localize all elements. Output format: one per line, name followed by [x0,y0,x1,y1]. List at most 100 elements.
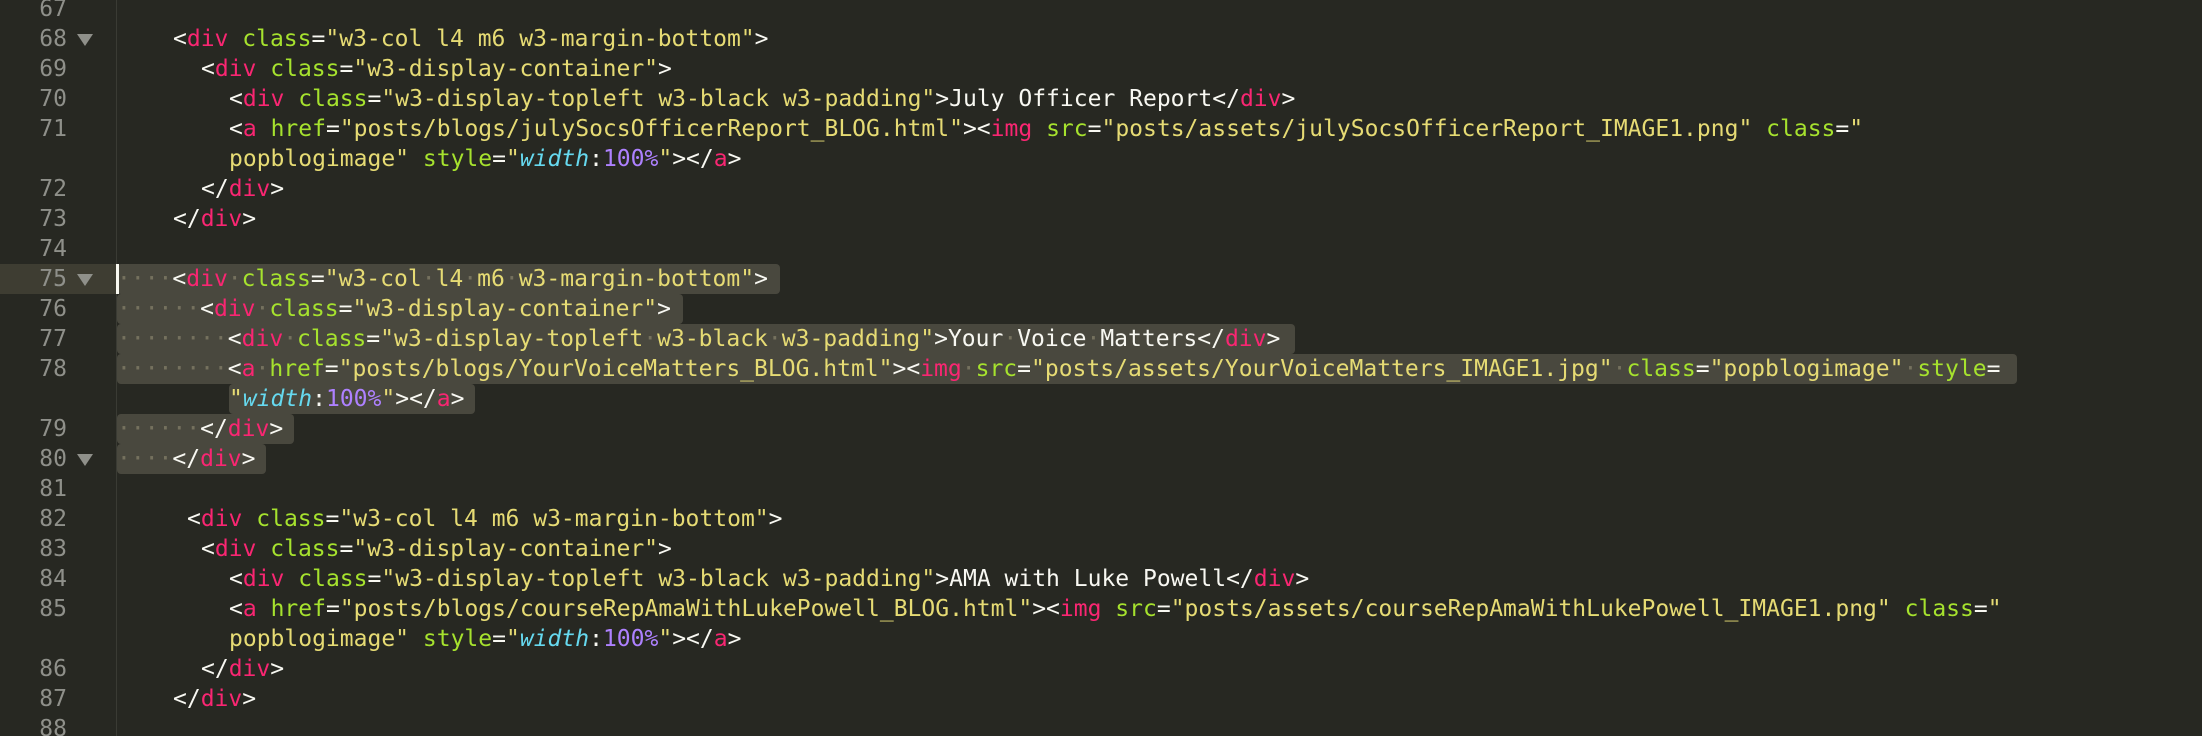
code-line[interactable]: ········<div·class="w3-display-topleft·w… [117,324,1280,354]
code-token: div [227,416,270,442]
code-token: " [658,146,673,172]
code-token: </ [172,446,201,472]
line-number: 69 [39,56,67,82]
line-number-gutter: 67 68 69 70 71 72 73 74 75 76 77 78 79 80 81 82 83 84 85 86… [0,0,116,736]
code-line[interactable]: <div class="w3-display-container"> [201,54,672,84]
code-token: > [754,26,769,52]
code-token: > [657,296,671,322]
code-token: class [241,266,311,292]
code-line[interactable]: <div class="w3-display-container"> [201,534,672,564]
fold-arrow-icon[interactable] [77,454,93,466]
fold-arrow-icon[interactable] [77,274,93,286]
code-token: a [713,146,728,172]
line-number: 73 [39,206,67,232]
code-token: </ [201,656,229,682]
code-token: = [1695,356,1710,382]
gutter-row: 82 [0,504,116,534]
code-token: width [519,146,590,172]
code-token: div [228,176,271,202]
code-token: href [269,356,325,382]
code-token: "popblogimage" [1709,356,1904,382]
code-token: img [1059,596,1102,622]
code-line[interactable]: ····<div·class="w3-col·l4·m6·w3-margin-b… [117,264,768,294]
code-token: = [1087,116,1102,142]
code-area[interactable]: <div class="w3-col l4 m6 w3-margin-botto… [117,0,2202,736]
code-token: · [1612,356,1627,382]
code-token: " [1849,116,1864,142]
code-token: < [229,596,243,622]
code-token: = [1986,356,2001,382]
code-line[interactable]: </div> [173,204,256,234]
code-token: >< [962,116,991,142]
code-token: width [519,626,590,652]
code-token: class [269,296,339,322]
code-line[interactable]: ······</div> [117,414,283,444]
gutter-row: 77 [0,324,116,354]
code-token: w3-margin-bottom" [518,266,755,292]
code-token: < [187,506,201,532]
code-line[interactable]: <div class="w3-display-topleft w3-black … [229,564,1309,594]
code-token: "w3-display-topleft w3-black w3-padding" [381,86,936,112]
code-line[interactable]: popblogimage" style="width:100%"></a> [229,624,741,654]
gutter-row: 67 [0,0,116,24]
code-token: · [227,266,242,292]
code-token: · [283,326,298,352]
code-token: · [504,266,519,292]
code-token: > [1295,566,1310,592]
code-line[interactable]: </div> [173,684,256,714]
gutter-row: 83 [0,534,116,564]
code-token: < [201,56,215,82]
code-line[interactable]: <div class="w3-display-topleft w3-black … [229,84,1295,114]
code-line[interactable]: ········<a·href="posts/blogs/YourVoiceMa… [117,354,2000,384]
code-line[interactable]: "width:100%"></a> [229,384,464,414]
code-token: = [339,56,354,82]
code-token: "posts/blogs/YourVoiceMatters_BLOG.html" [338,356,893,382]
code-token: </ [173,686,201,712]
code-editor[interactable]: 67 68 69 70 71 72 73 74 75 76 77 78 79 80 81 82 83 84 85 86… [0,0,2202,736]
code-token: div [241,326,284,352]
code-token: class [1626,356,1696,382]
code-token: div [213,296,256,322]
code-token: "w3-col [324,266,422,292]
code-token: = [1835,116,1850,142]
code-line[interactable]: <div class="w3-col l4 m6 w3-margin-botto… [187,504,783,534]
code-token: div [242,86,285,112]
code-line[interactable]: ····</div> [117,444,256,474]
code-line[interactable]: </div> [201,654,284,684]
line-number: 68 [39,26,67,52]
line-number: 67 [39,0,67,22]
code-token: div [228,656,271,682]
code-token: href [270,596,326,622]
code-token: < [172,266,187,292]
code-line[interactable]: <div class="w3-col l4 m6 w3-margin-botto… [173,24,769,54]
code-token: 100% [602,146,659,172]
code-token: = [366,326,381,352]
code-token: "w3-display-container" [353,536,659,562]
code-token: img [990,116,1033,142]
code-token: "posts/blogs/courseRepAmaWithLukePowell_… [339,596,1033,622]
line-number: 77 [39,326,67,352]
code-token: </ [200,416,228,442]
code-token: div [242,566,285,592]
code-token: · [255,296,270,322]
gutter-row: 88 [0,714,116,736]
code-token: a [242,596,257,622]
code-line[interactable]: <a href="posts/blogs/courseRepAmaWithLuk… [229,594,2002,624]
code-token: : [589,146,603,172]
code-line[interactable]: <a href="posts/blogs/julySocsOfficerRepo… [229,114,1863,144]
code-line[interactable]: </div> [201,174,284,204]
gutter-row: 70 [0,84,116,114]
code-token: AMA with Luke Powell [949,566,1227,592]
code-token: = [325,596,340,622]
code-token: </ [1226,566,1254,592]
line-number: 85 [39,596,67,622]
fold-arrow-icon[interactable] [77,34,93,46]
code-line[interactable]: ······<div·class="w3-display-container"> [117,294,671,324]
code-line[interactable]: popblogimage" style="width:100%"></a> [229,144,741,174]
code-token: div [1224,326,1267,352]
code-token: "w3-display-container" [353,56,659,82]
